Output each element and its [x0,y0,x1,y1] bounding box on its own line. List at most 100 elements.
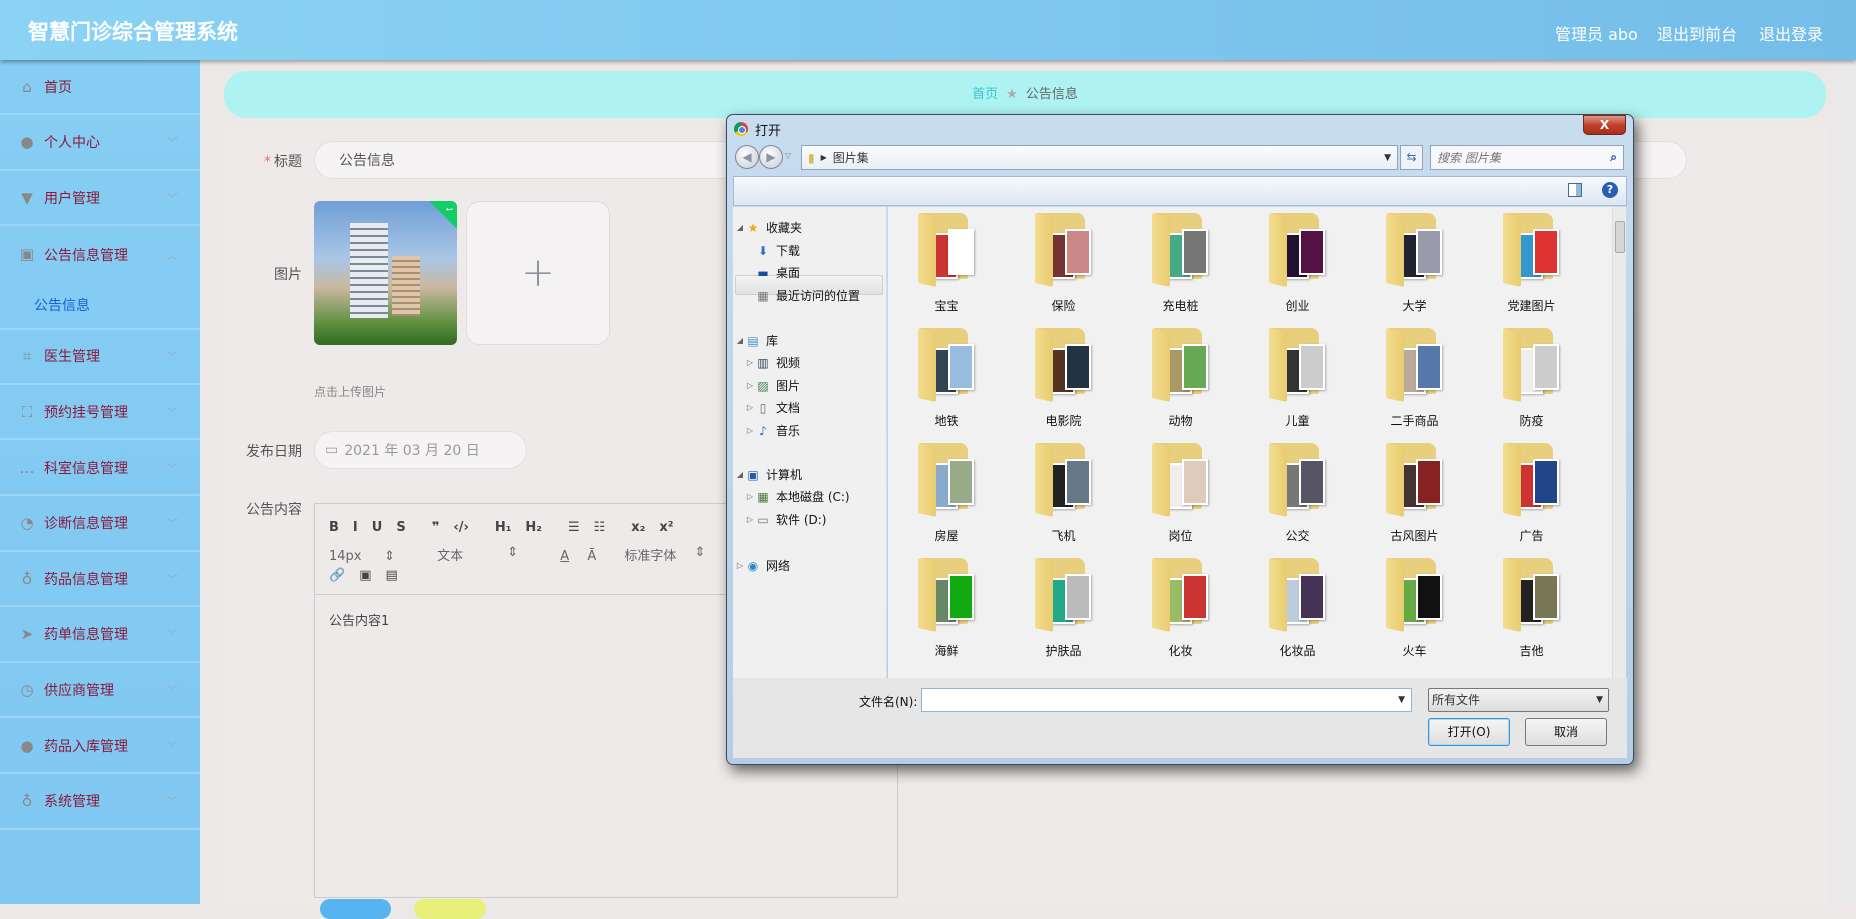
font-size-select[interactable]: 14px ⇕ [329,549,409,564]
sidebar-item-10[interactable]: ◷ 供应商管理 ﹀ [0,663,200,719]
text-type-select[interactable]: 文本 ⇕ [437,545,532,564]
address-dropdown-icon[interactable]: ▼ [1384,153,1391,163]
submit-button[interactable] [320,899,391,919]
folder-item[interactable]: 创业 [1239,207,1356,322]
filename-input[interactable]: ▼ [921,688,1412,712]
file-list-scrollbar[interactable] [1612,207,1626,678]
sidebar-subitem-notice[interactable]: 公告信息 [34,295,90,315]
folder-item[interactable]: 二手商品 [1356,322,1473,437]
expand-arrow-icon[interactable]: ◢ [735,470,745,479]
expand-arrow-icon[interactable]: ▷ [745,426,755,435]
folder-item[interactable]: 充电桩 [1122,207,1239,322]
expand-arrow-icon[interactable]: ▷ [735,561,745,570]
background-color-icon[interactable]: Ā [587,549,596,564]
toolbar-button-6[interactable]: H₁ [495,520,512,535]
forward-button[interactable]: ▶ [759,145,783,169]
folder-item[interactable]: 广告 [1473,437,1590,552]
folder-item[interactable]: 儿童 [1239,322,1356,437]
sidebar-item-8[interactable]: ♁ 药品信息管理 ﹀ [0,552,200,608]
folder-item[interactable]: 房屋 [888,437,1005,552]
address-bar[interactable]: ▮ ▶ 图片集 ▼ [801,145,1398,170]
nav-item[interactable]: ⬇ 下载 [745,242,800,259]
scrollbar-thumb[interactable] [1615,221,1625,253]
sidebar-item-3[interactable]: ▣ 公告信息管理 ︿ 公告信息 [0,227,200,330]
toolbar-button-9[interactable]: ☷ [594,520,606,535]
date-picker[interactable]: ▭ 2021 年 03 月 20 日 [314,431,527,469]
folder-item[interactable]: 岗位 [1122,437,1239,552]
expand-arrow-icon[interactable]: ▷ [745,358,755,367]
folder-item[interactable]: 化妆 [1122,552,1239,667]
nav-item[interactable]: ▬ 桌面 [745,264,800,281]
close-button[interactable]: X [1583,115,1626,135]
cancel-form-button[interactable] [414,899,486,919]
folder-item[interactable]: 党建图片 [1473,207,1590,322]
expand-arrow-icon[interactable]: ▷ [745,515,755,524]
nav-item[interactable]: ▷ ♪ 音乐 [745,422,800,439]
nav-item[interactable]: ▦ 最近访问的位置 [745,287,860,304]
video-icon[interactable]: ▤ [385,568,397,583]
nav-item[interactable]: ▷ ▥ 视频 [745,354,800,371]
sidebar-item-0[interactable]: ⌂ 首页 [0,60,200,115]
toolbar-button-4[interactable]: ❞ [432,520,440,535]
folder-item[interactable]: 宝宝 [888,207,1005,322]
add-image-button[interactable]: + [466,201,610,345]
nav-item[interactable]: ◢ ▤ 库 [735,332,778,349]
toolbar-button-5[interactable]: ‹/› [453,520,468,535]
toolbar-button-2[interactable]: U [372,520,383,535]
cancel-button[interactable]: 取消 [1525,718,1607,746]
back-button[interactable]: ◀ [735,145,759,169]
toolbar-button-11[interactable]: x² [659,520,673,535]
expand-arrow-icon[interactable]: ▷ [745,381,755,390]
nav-item[interactable]: ◢ ▣ 计算机 [735,466,802,483]
nav-item[interactable]: ◢ ★ 收藏夹 [735,219,802,236]
folder-item[interactable]: 化妆品 [1239,552,1356,667]
page-scrollbar[interactable] [1834,60,1856,904]
file-type-select[interactable]: 所有文件 ▼ [1428,688,1609,712]
font-family-select[interactable]: 标准字体 ⇕ [624,545,719,564]
folder-item[interactable]: 地铁 [888,322,1005,437]
toolbar-button-10[interactable]: x₂ [631,520,645,535]
folder-item[interactable]: 公交 [1239,437,1356,552]
toolbar-button-0[interactable]: B [329,520,339,535]
search-input[interactable]: 搜索 图片集 ⌕ [1430,145,1624,170]
sidebar-item-2[interactable]: ▼ 用户管理 ﹀ [0,171,200,227]
breadcrumb-home[interactable]: 首页 [972,87,998,102]
folder-item[interactable]: 动物 [1122,322,1239,437]
refresh-button[interactable]: ⇆ [1400,145,1423,170]
font-color-icon[interactable]: A [560,549,569,564]
folder-item[interactable]: 海鲜 [888,552,1005,667]
sidebar-item-5[interactable]: ⛶ 预约挂号管理 ﹀ [0,385,200,441]
folder-item[interactable]: 保险 [1005,207,1122,322]
toolbar-button-1[interactable]: I [353,520,358,535]
folder-item[interactable]: 火车 [1356,552,1473,667]
sidebar-item-12[interactable]: ♁ 系统管理 ﹀ [0,775,200,830]
folder-item[interactable]: 古风图片 [1356,437,1473,552]
nav-item[interactable]: ▷ ▨ 图片 [745,377,800,394]
folder-item[interactable]: 护肤品 [1005,552,1122,667]
history-dropdown-icon[interactable]: ▽ [785,151,791,160]
folder-item[interactable]: 大学 [1356,207,1473,322]
expand-arrow-icon[interactable]: ▷ [745,492,755,501]
folder-item[interactable]: 飞机 [1005,437,1122,552]
sidebar-item-6[interactable]: … 科室信息管理 ﹀ [0,441,200,496]
toolbar-button-3[interactable]: S [396,520,405,535]
nav-item[interactable]: ▷ ▦ 本地磁盘 (C:) [745,488,850,505]
folder-item[interactable]: 吉他 [1473,552,1590,667]
sidebar-item-11[interactable]: ● 药品入库管理 ﹀ [0,719,200,774]
logout-link[interactable]: 退出登录 [1759,21,1823,45]
toolbar-button-8[interactable]: ☰ [568,520,580,535]
expand-arrow-icon[interactable]: ▷ [745,403,755,412]
image-icon[interactable]: ▣ [359,568,371,583]
sidebar-item-1[interactable]: ● 个人中心 ﹀ [0,116,200,171]
expand-arrow-icon[interactable]: ◢ [735,336,745,345]
sidebar-item-7[interactable]: ◔ 诊断信息管理 ﹀ [0,497,200,552]
uploaded-image-thumbnail[interactable]: ✓ [314,201,457,345]
nav-item[interactable]: ▷ ▯ 文档 [745,399,800,416]
preview-pane-icon[interactable] [1568,183,1582,197]
open-button[interactable]: 打开(O) [1428,718,1510,746]
link-icon[interactable]: 🔗 [329,568,345,583]
folder-item[interactable]: 防疫 [1473,322,1590,437]
help-icon[interactable]: ? [1602,182,1618,198]
sidebar-item-9[interactable]: ➤ 药单信息管理 ﹀ [0,608,200,663]
exit-to-front-link[interactable]: 退出到前台 [1657,21,1737,45]
